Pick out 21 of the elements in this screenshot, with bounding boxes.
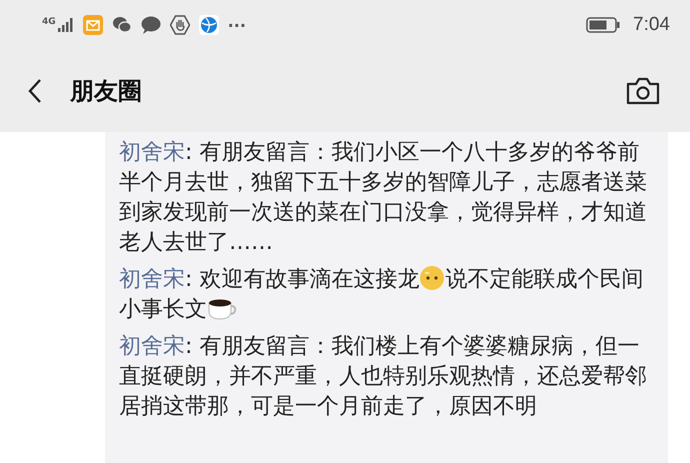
comment-text: 初舍宋: 欢迎有故事滴在这接龙 说不定能联成个民间小事长文: [119, 265, 644, 324]
comment-author-link[interactable]: 初舍宋: [119, 267, 185, 292]
chat-bubbles-icon: [112, 16, 132, 34]
battery-icon: [586, 17, 620, 33]
comment-author-link[interactable]: 初舍宋: [119, 334, 185, 359]
comment-author-link[interactable]: 初舍宋: [119, 140, 185, 165]
signal-icon: [58, 18, 74, 32]
clock-time: 7:04: [633, 14, 670, 36]
comment-text: 初舍宋: 有朋友留言：我们小区一个八十多岁的爷爷前半个月去世，独留下五十多岁的智障儿子，志愿者送菜到家发现前一次送的菜在门口没拿，觉得异样，才知道老人去世了……: [119, 139, 648, 257]
globe-icon: [198, 15, 219, 35]
page-title: 朋友圈: [70, 76, 142, 107]
network-label: 4G: [42, 18, 56, 27]
speech-bubble-icon: [140, 16, 161, 34]
comment-text: 初舍宋: 有朋友留言：我们楼上有个婆婆糖尿病，但一直挺硬朗，并不严重，人也特别乐观热情，还总爱帮邻居捎这带那，可是一个月前走了，原因不明: [119, 333, 648, 421]
back-icon: [28, 78, 42, 104]
mail-icon: [82, 15, 103, 35]
face-emoji-icon: [419, 265, 446, 291]
hand-icon: [170, 15, 190, 35]
camera-icon: [626, 77, 660, 105]
camera-button[interactable]: [624, 75, 662, 107]
more-notifications-label: ···: [228, 16, 246, 34]
